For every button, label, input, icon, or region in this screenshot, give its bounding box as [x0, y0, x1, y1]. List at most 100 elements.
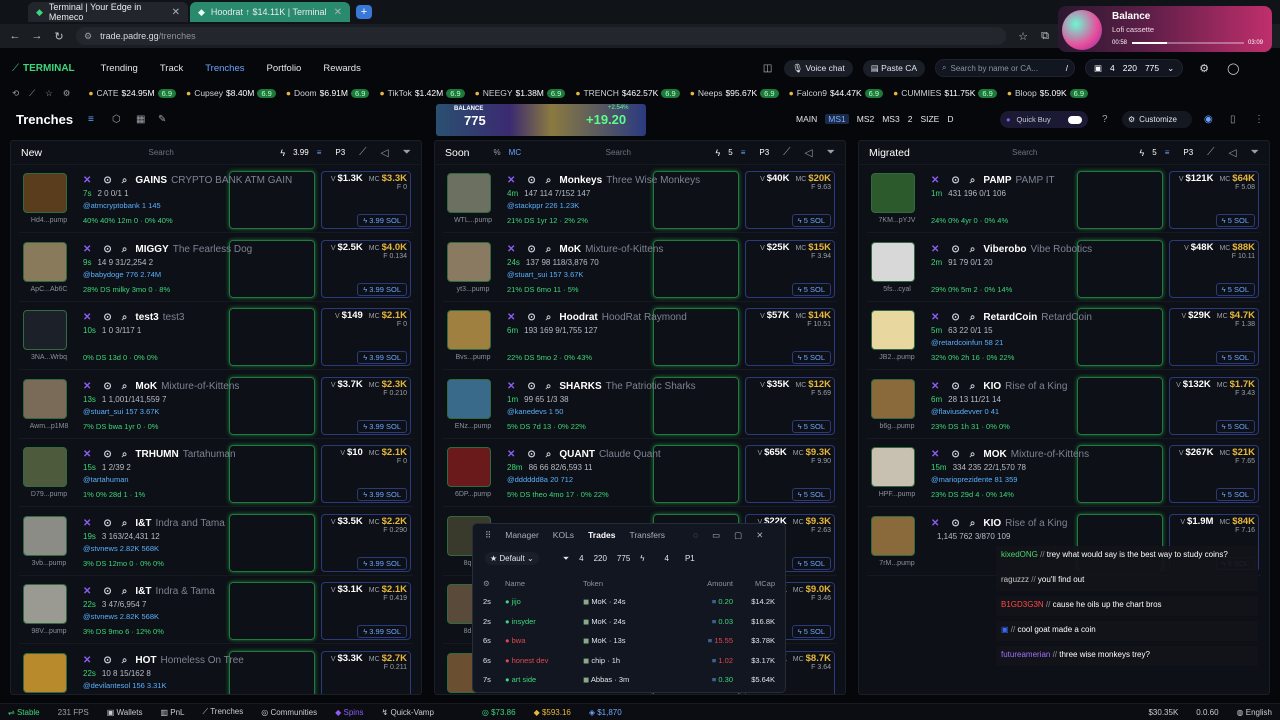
buy-button[interactable]: ϟ 3.99 SOL [357, 282, 407, 296]
logo[interactable]: TERMINAL [23, 63, 75, 74]
token-avatar[interactable] [447, 378, 491, 419]
search-icon[interactable]: ⌕ [546, 312, 552, 323]
global-search[interactable]: ⌕ Search by name or CA... / [935, 59, 1075, 77]
paste-ca-button[interactable]: ▤ Paste CA [862, 59, 925, 77]
buy-button[interactable]: ϟ 5 SOL [791, 488, 831, 501]
token-name[interactable]: ✕ ⊙ ⌕ TRHUMN Tartahuman [83, 449, 236, 460]
forward-icon[interactable]: → [26, 30, 48, 42]
buy-button[interactable]: ϟ 3.99 SOL [357, 419, 407, 433]
token-address[interactable]: JB2...pump [867, 354, 927, 361]
ticker-item[interactable]: ● Doom $6.91M 6.9 [286, 88, 370, 98]
quick-buy-toggle[interactable]: ● Quick Buy [1000, 111, 1088, 128]
ticker-item[interactable]: ● TikTok $1.42M 6.9 [379, 88, 465, 98]
token-avatar[interactable] [23, 173, 67, 213]
search-icon[interactable]: ⌕ [546, 175, 552, 186]
popout-icon[interactable]: ▢ [734, 530, 742, 541]
token-address[interactable]: 7rM...pump [867, 560, 927, 567]
token-avatar[interactable] [871, 378, 915, 419]
token-card[interactable]: JB2...pump ✕ ⊙ ⌕ RetardCoin RetardCoin 5m 63 22… [867, 306, 1261, 370]
token-avatar[interactable] [447, 310, 491, 350]
token-avatar[interactable] [871, 173, 915, 213]
token-avatar[interactable] [447, 173, 491, 213]
token-social[interactable]: @stvnews 2.82K 568K [83, 544, 159, 553]
spins-button[interactable]: ◆ Spins [335, 708, 363, 717]
token-card[interactable]: 6DP...pump ✕ ⊙ ⌕ QUANT Claude Quant 28m 86 66 8… [443, 443, 837, 507]
chart-icon[interactable]: ⟋ [29, 88, 35, 99]
token-avatar[interactable] [23, 310, 67, 350]
buy-button[interactable]: ϟ 3.99 SOL [357, 351, 407, 364]
token-name[interactable]: ✕ ⊙ ⌕ QUANT Claude Quant [507, 449, 661, 460]
search-icon[interactable]: ⌕ [546, 449, 552, 460]
search-icon[interactable]: ⌕ [970, 381, 976, 392]
tab-manager[interactable]: Manager [505, 530, 539, 541]
buy-button[interactable]: ϟ 5 SOL [1215, 214, 1255, 227]
token-card[interactable]: Awm...p1M8 ✕ ⊙ ⌕ MoK Mixture-of-Kittens 13s 1 1… [19, 375, 413, 439]
token-address[interactable]: 3vb...pump [19, 560, 79, 567]
buy-button[interactable]: ϟ 5 SOL [791, 419, 831, 433]
trade-row[interactable]: 7s ● art side ◼ Abbas · 3m ≡ 0.30 $5.64K [479, 670, 779, 689]
buy-button[interactable]: ϟ 5 SOL [1215, 282, 1255, 296]
drag-handle-icon[interactable]: ⠿ [485, 530, 491, 541]
camera-icon[interactable]: ⊙ [527, 381, 535, 392]
token-avatar[interactable] [871, 310, 915, 350]
token-address[interactable]: Hd4...pump [19, 217, 79, 224]
camera-icon[interactable]: ⊙ [951, 175, 959, 186]
bell-icon[interactable]: ◌ [693, 530, 698, 541]
token-card[interactable]: HPF...pump ✕ ⊙ ⌕ MOK Mixture-of-Kittens 15m 334… [867, 443, 1261, 507]
token-card[interactable]: WTL...pump ✕ ⊙ ⌕ Monkeys Three Wise Monkeys 4m… [443, 169, 837, 233]
buy-button[interactable]: ϟ 5 SOL [791, 282, 831, 296]
buy-button[interactable]: ϟ 5 SOL [1215, 488, 1255, 501]
trenches-button[interactable]: ⟋ Trenches [203, 707, 244, 717]
filter-icon[interactable]: ⏷ [563, 554, 569, 564]
chart-icon[interactable]: ⟋ [783, 146, 790, 159]
mc-sort-button[interactable]: MC [509, 148, 521, 157]
buy-button[interactable]: ϟ 5 SOL [791, 351, 831, 364]
token-address[interactable]: Awm...p1M8 [19, 423, 79, 430]
pnl-button[interactable]: ▥ PnL [160, 708, 184, 717]
size-number[interactable]: 2 [908, 114, 913, 124]
search-icon[interactable]: ⌕ [970, 175, 976, 186]
camera-icon[interactable]: ⊙ [527, 175, 535, 186]
token-address[interactable]: 98V...pump [19, 628, 79, 635]
extensions-icon[interactable]: ⧉ [1034, 30, 1056, 43]
token-card[interactable]: 7KM...pYJV ✕ ⊙ ⌕ PAMP PAMP IT 1m 431 196 0/1 10… [867, 169, 1261, 233]
ticker-item[interactable]: ● Cupsey $8.40M 6.9 [186, 88, 276, 98]
trade-row[interactable]: 6s ● bwa ◼ MoK · 13s ≡ 15.55 $3.78K [479, 631, 779, 650]
token-name[interactable]: ✕ ⊙ ⌕ GAINS CRYPTO BANK ATM GAIN [83, 175, 292, 186]
tab-ms3[interactable]: MS3 [882, 114, 899, 124]
media-progress[interactable] [1132, 42, 1244, 44]
token-address[interactable]: WTL...pump [443, 217, 503, 224]
camera-icon[interactable]: ⊙ [103, 586, 111, 597]
camera-icon[interactable]: ⊙ [951, 381, 959, 392]
search-icon[interactable]: ⌕ [122, 586, 128, 597]
token-social[interactable]: @atmcryptobank 1 145 [83, 201, 161, 210]
token-name[interactable]: ✕ ⊙ ⌕ MOK Mixture-of-Kittens [931, 449, 1089, 460]
token-avatar[interactable] [447, 241, 491, 282]
token-avatar[interactable] [871, 241, 915, 282]
camera-icon[interactable]: ⊙ [951, 244, 959, 255]
trade-token[interactable]: ◼ MoK · 24s [583, 597, 669, 606]
camera-icon[interactable]: ⊙ [951, 312, 959, 323]
token-avatar[interactable] [447, 447, 491, 487]
token-avatar[interactable] [23, 515, 67, 556]
size-value[interactable]: D [947, 114, 953, 124]
token-card[interactable]: 5fs...cyal ✕ ⊙ ⌕ Viberobo Vibe Robotics 2m 91 7… [867, 238, 1261, 302]
nav-trenches[interactable]: Trenches [205, 63, 244, 74]
token-social[interactable]: @stuart_sui 157 3.67K [507, 270, 583, 279]
quick-buy-amount[interactable]: 5 [1152, 148, 1156, 157]
token-address[interactable]: ENz...pump [443, 423, 503, 430]
token-name[interactable]: ✕ ⊙ ⌕ PAMP PAMP IT [931, 175, 1055, 186]
token-name[interactable]: ✕ ⊙ ⌕ Hoodrat HoodRat Raymond [507, 312, 687, 323]
menu-icon[interactable]: ⋮ [1254, 114, 1264, 125]
media-popup[interactable]: Balance Lofi cassette 00:58 03:09 [1058, 6, 1272, 52]
cube-icon[interactable]: ⬡ [112, 114, 121, 125]
pen-icon[interactable]: ✎ [158, 114, 166, 125]
search-icon[interactable]: ⌕ [970, 449, 976, 460]
trade-token[interactable]: ◼ chip · 1h [583, 656, 669, 665]
token-card[interactable]: Bvs...pump ✕ ⊙ ⌕ Hoodrat HoodRat Raymond 6m 193… [443, 306, 837, 370]
camera-icon[interactable]: ⊙ [103, 518, 111, 529]
token-social[interactable]: @flaviusdevver 0 41 [931, 407, 999, 416]
token-social[interactable]: @dddddd8a 20 712 [507, 475, 573, 484]
help-icon[interactable]: ? [1102, 114, 1108, 125]
token-name[interactable]: ✕ ⊙ ⌕ MoK Mixture-of-Kittens [507, 244, 663, 255]
